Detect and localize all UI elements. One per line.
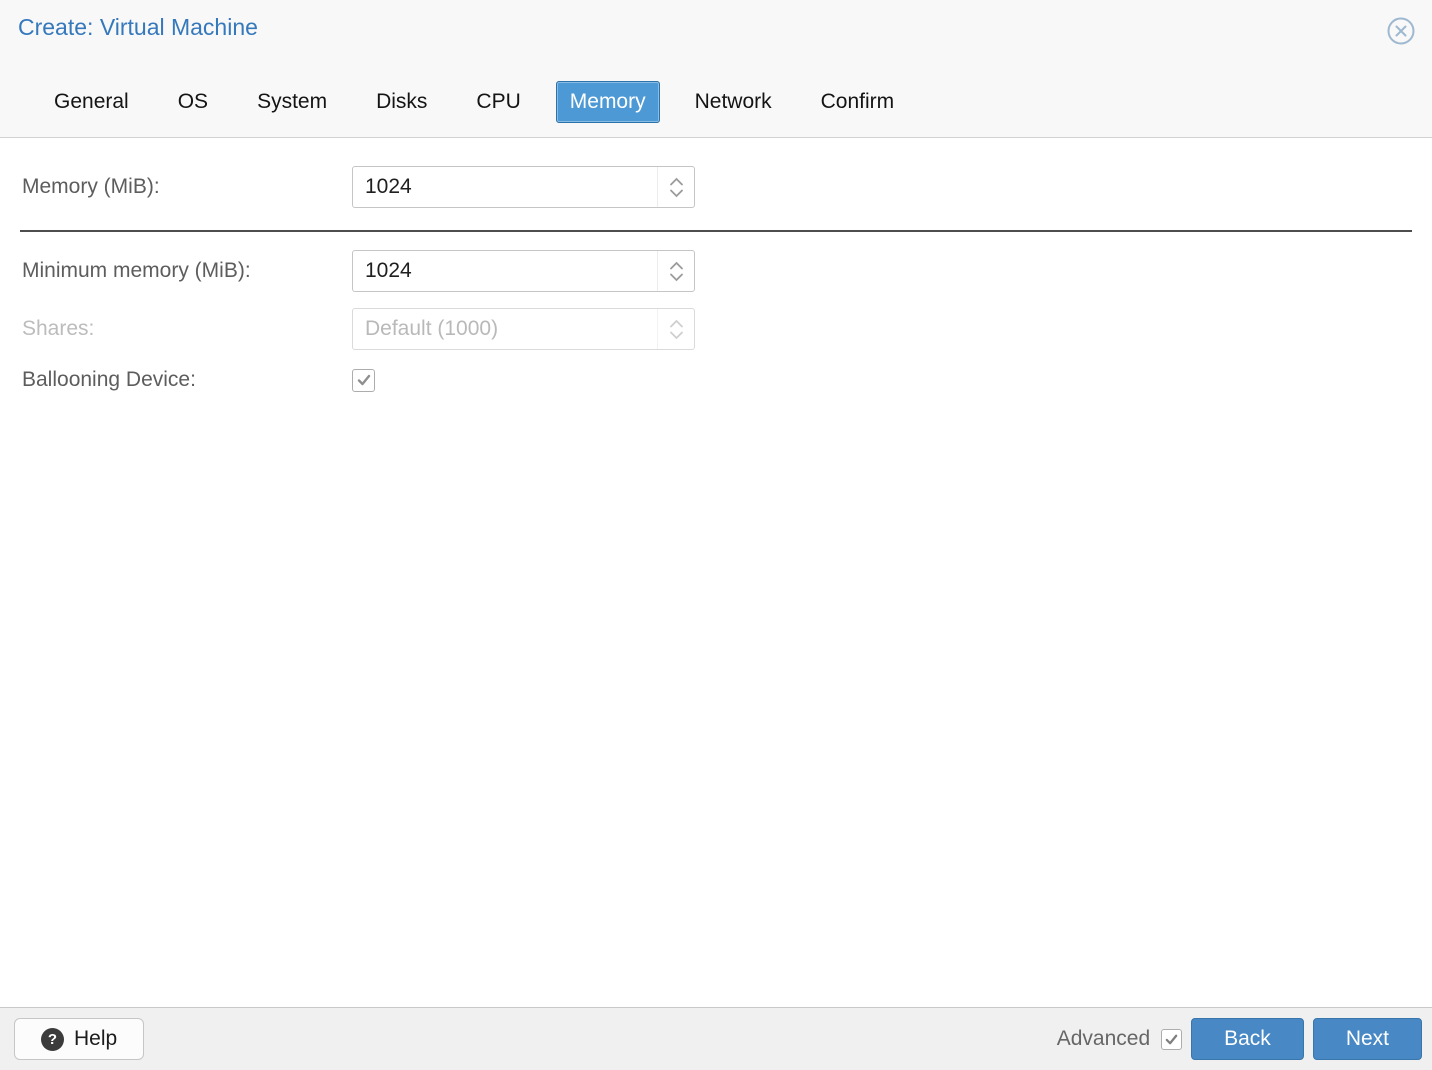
- minimum-memory-input[interactable]: [352, 250, 695, 292]
- advanced-checkbox[interactable]: [1161, 1028, 1183, 1050]
- ballooning-row: Ballooning Device:: [22, 368, 1412, 392]
- minimum-memory-spinner-field: [352, 250, 695, 292]
- shares-input: [352, 308, 695, 350]
- memory-spinner-arrows: [657, 167, 695, 207]
- title-bar: Create: Virtual Machine: [18, 14, 1416, 46]
- tab-cpu[interactable]: CPU: [462, 81, 534, 123]
- ballooning-label: Ballooning Device:: [22, 368, 196, 391]
- checkmark-icon: [357, 374, 370, 386]
- tab-general[interactable]: General: [40, 81, 143, 123]
- minimum-memory-row: Minimum memory (MiB):: [22, 250, 1412, 292]
- close-icon[interactable]: [1386, 16, 1416, 46]
- dialog-header: Create: Virtual Machine General OS Syste…: [0, 0, 1432, 138]
- tab-system[interactable]: System: [243, 81, 341, 123]
- next-button[interactable]: Next: [1312, 1018, 1422, 1060]
- tab-disks[interactable]: Disks: [362, 81, 441, 123]
- question-icon: ?: [41, 1027, 64, 1051]
- memory-input[interactable]: [352, 166, 695, 208]
- spinner-up-icon[interactable]: [669, 177, 684, 186]
- page-title: Create: Virtual Machine: [18, 14, 258, 40]
- spinner-up-icon[interactable]: [669, 261, 684, 270]
- memory-tab-panel: Memory (MiB): Minimum memory (MiB):: [0, 138, 1432, 1007]
- tab-memory[interactable]: Memory: [555, 81, 660, 123]
- shares-label: Shares:: [22, 317, 95, 340]
- minimum-memory-spinner-arrows: [657, 251, 695, 291]
- spinner-down-icon[interactable]: [669, 189, 684, 198]
- spinner-up-icon: [669, 319, 684, 328]
- tab-os[interactable]: OS: [164, 81, 222, 123]
- advanced-section-divider: [20, 230, 1412, 232]
- help-button-label: Help: [74, 1027, 118, 1050]
- minimum-memory-label: Minimum memory (MiB):: [22, 259, 251, 282]
- advanced-label: Advanced: [1056, 1027, 1151, 1050]
- memory-label: Memory (MiB):: [22, 175, 160, 198]
- help-button[interactable]: ? Help: [14, 1018, 145, 1060]
- back-button[interactable]: Back: [1191, 1018, 1304, 1060]
- tab-bar: General OS System Disks CPU Memory Netwo…: [18, 81, 1416, 137]
- shares-row: Shares:: [22, 308, 1412, 350]
- dialog-footer: ? Help Advanced Back Next: [0, 1007, 1432, 1070]
- tab-network[interactable]: Network: [681, 81, 786, 123]
- memory-row: Memory (MiB):: [22, 166, 1412, 208]
- footer-actions: Advanced Back Next: [1057, 1018, 1422, 1060]
- checkmark-icon: [1165, 1034, 1178, 1044]
- shares-spinner-arrows: [657, 309, 695, 349]
- memory-spinner-field: [352, 166, 695, 208]
- ballooning-checkbox[interactable]: [352, 368, 375, 392]
- spinner-down-icon[interactable]: [669, 273, 684, 282]
- tab-confirm[interactable]: Confirm: [807, 81, 909, 123]
- spinner-down-icon: [669, 331, 684, 340]
- create-vm-dialog: Create: Virtual Machine General OS Syste…: [0, 0, 1432, 1070]
- shares-spinner-field: [352, 308, 695, 350]
